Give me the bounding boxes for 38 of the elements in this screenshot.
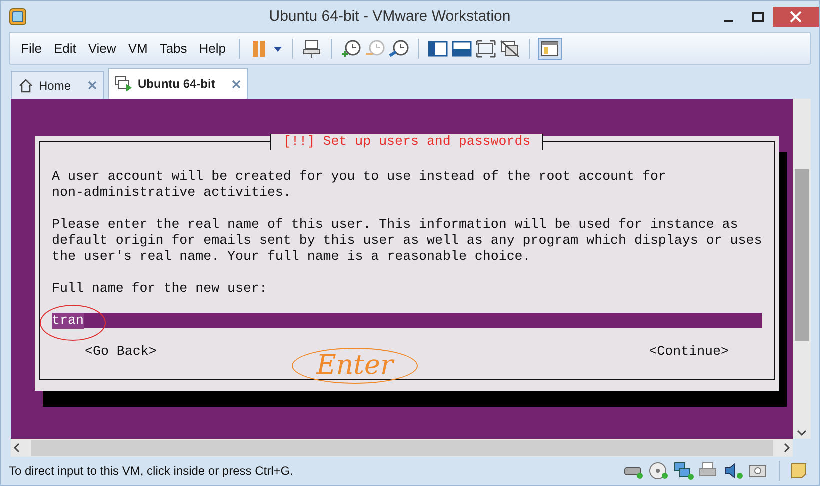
highlight-ellipse [40, 305, 106, 341]
menu-item[interactable]: Tabs [154, 39, 192, 58]
window-title: Ubuntu 64-bit - VMware Workstation [268, 8, 512, 25]
dialog-title: [!!] Set up users and passwords [270, 134, 544, 150]
sidebar-icon[interactable] [427, 38, 450, 58]
name-input-field[interactable]: tran [52, 313, 762, 328]
horizontal-scrollbar[interactable] [11, 439, 793, 457]
paragraph: Please enter the real name of this user. This information will be used for instance as default origin for emails sent by this user as well as any program which displays or uses the user's real name. Your full name is a reasonable choice. [52, 217, 762, 265]
home-icon [18, 78, 34, 94]
dialog-button[interactable]: <Go Back> [85, 344, 157, 360]
vertical-scrollbar[interactable] [793, 99, 811, 439]
menu-item[interactable]: Edit [48, 39, 82, 58]
view-icon[interactable] [539, 38, 562, 58]
dialog-button[interactable]: <Continue> [649, 344, 729, 360]
vm-icon [115, 76, 134, 92]
annotation: Enter [292, 348, 418, 384]
console-icon[interactable] [451, 38, 474, 58]
close-button[interactable] [773, 6, 819, 26]
fullscreen-icon[interactable] [475, 38, 498, 58]
maximize-icon [752, 12, 764, 22]
menu-item[interactable]: File [16, 39, 47, 58]
app-icon [9, 8, 27, 26]
close-tab-icon[interactable] [88, 81, 98, 90]
snapshot-icon[interactable] [340, 38, 362, 58]
paragraph: A user account will be created for you to use instead of the root account for non-administrative activities. [52, 169, 668, 201]
status-text: To direct input to this VM, click inside or press Ctrl+G. [9, 464, 294, 478]
minimize-icon [724, 20, 732, 22]
tab[interactable]: Home [11, 71, 104, 99]
close-tab-icon[interactable] [232, 80, 242, 88]
menu-item[interactable]: Help [194, 39, 232, 58]
close-icon [790, 10, 802, 22]
menu-item[interactable]: VM [123, 39, 153, 58]
field-label: Full name for the new user: [52, 281, 268, 297]
network-adapter-icon[interactable] [673, 461, 695, 481]
menu-item[interactable]: View [83, 39, 122, 58]
cd-icon[interactable] [648, 461, 670, 481]
speaker-icon[interactable] [723, 461, 745, 481]
tab[interactable]: Ubuntu 64-bit [108, 68, 248, 99]
